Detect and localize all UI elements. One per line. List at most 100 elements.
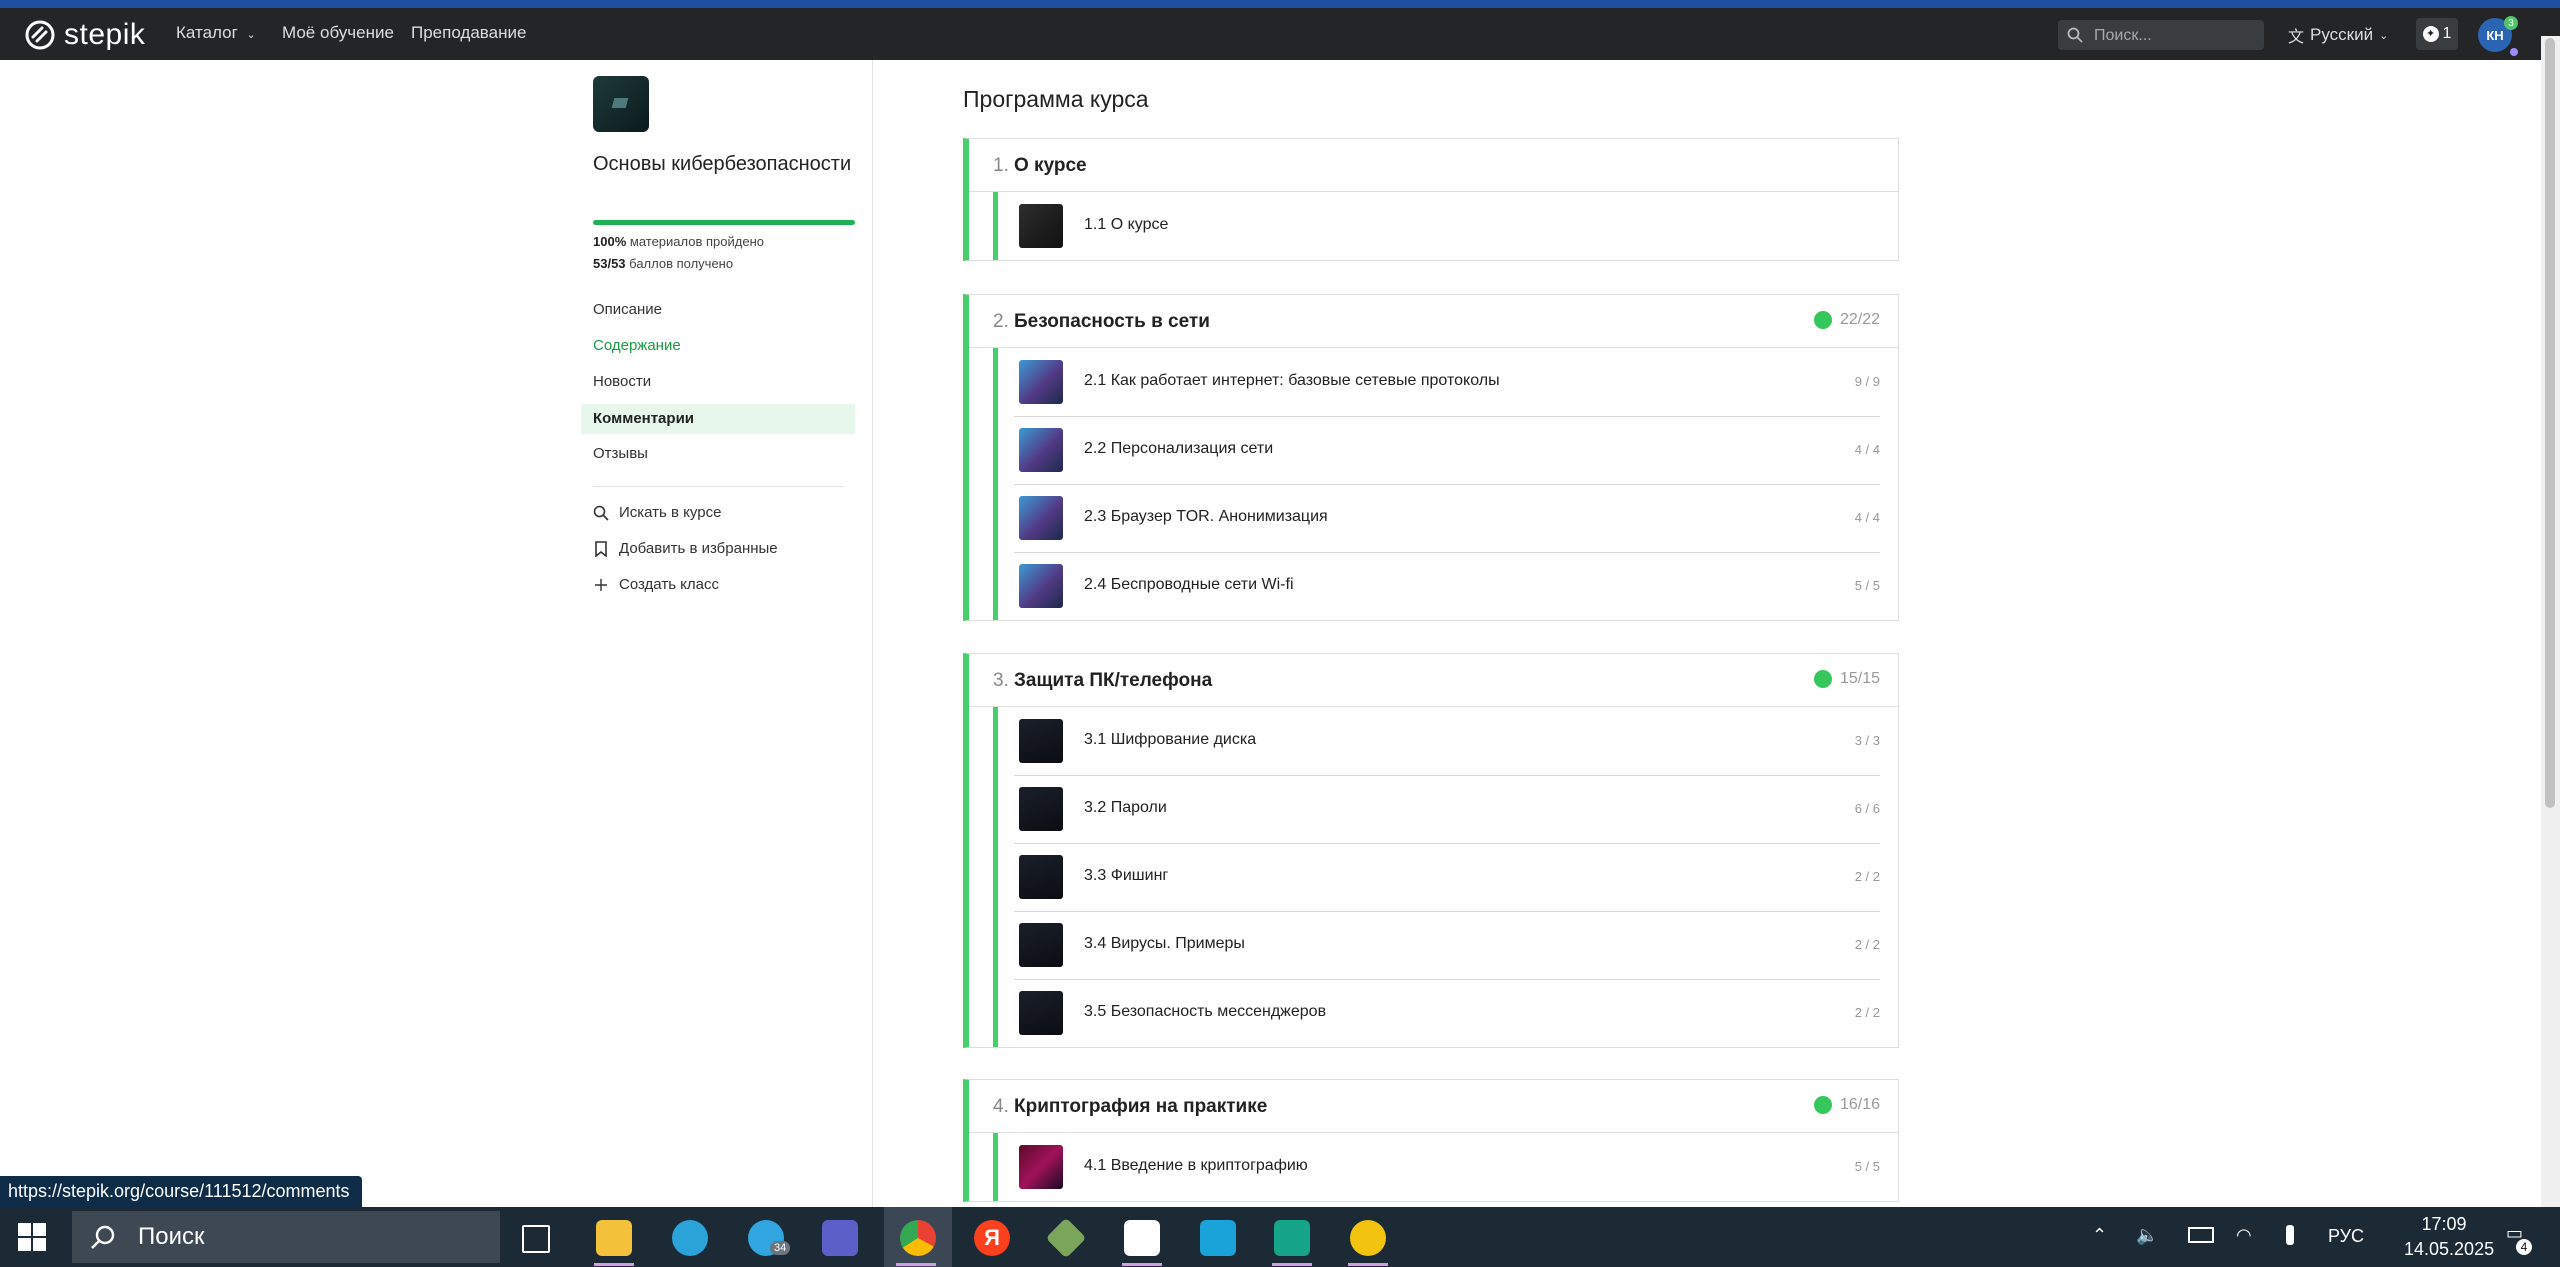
lesson-row[interactable]: 3.5 Безопасность мессенджеров 2 / 2: [993, 979, 1898, 1047]
nav-my-learning[interactable]: Моё обучение: [282, 23, 394, 43]
lesson-thumbnail[interactable]: [1019, 1145, 1063, 1189]
lesson-title[interactable]: 3.3 Фишинг: [1084, 867, 1168, 885]
lesson-thumbnail[interactable]: [1019, 428, 1063, 472]
module-title[interactable]: Криптография на практике: [1014, 1096, 1267, 1118]
search-in-course-button[interactable]: Искать в курсе: [593, 504, 721, 521]
scrollbar-thumb[interactable]: [2545, 38, 2555, 808]
sidebar-link-description[interactable]: Описание: [593, 301, 855, 318]
lesson-row[interactable]: 2.1 Как работает интернет: базовые сетев…: [993, 348, 1898, 416]
module-title[interactable]: Защита ПК/телефона: [1014, 670, 1212, 692]
course-title[interactable]: Основы кибербезопасности: [593, 152, 853, 176]
windows-taskbar: Поиск 34 Я ⌃ 🔈 ◠ РУС 17:09 14.05.2025 ▭ …: [0, 1207, 2560, 1267]
lesson-thumbnail[interactable]: [1019, 360, 1063, 404]
avatar-badge: 3: [2504, 16, 2518, 30]
add-favorite-label: Добавить в избранные: [619, 540, 778, 557]
lesson-row[interactable]: 4.1 Введение в криптографию 5 / 5: [993, 1133, 1898, 1201]
lesson-thumbnail[interactable]: [1019, 991, 1063, 1035]
taskbar-search[interactable]: Поиск: [72, 1211, 500, 1263]
sidebar-link-news[interactable]: Новости: [593, 373, 855, 390]
lesson-title[interactable]: 3.1 Шифрование диска: [1084, 731, 1256, 749]
language-label: Русский: [2310, 25, 2374, 44]
lesson-row[interactable]: 1.1 О курсе: [993, 192, 1898, 260]
fingerprint-app-icon[interactable]: [1200, 1220, 1236, 1256]
lesson-row[interactable]: 3.2 Пароли 6 / 6: [993, 775, 1898, 843]
page-scrollbar[interactable]: [2541, 36, 2560, 1207]
lesson-thumbnail[interactable]: [1019, 564, 1063, 608]
nav-teaching[interactable]: Преподавание: [411, 23, 526, 43]
volume-icon[interactable]: 🔈: [2136, 1225, 2158, 1246]
course-progress-bar: [593, 220, 855, 225]
sidebar-link-reviews[interactable]: Отзывы: [593, 445, 855, 462]
lesson-title[interactable]: 2.3 Браузер TOR. Анонимизация: [1084, 508, 1328, 526]
lesson-row[interactable]: 2.3 Браузер TOR. Анонимизация 4 / 4: [993, 484, 1898, 552]
lesson-row[interactable]: 2.4 Беспроводные сети Wi-fi 5 / 5: [993, 552, 1898, 620]
points-text: баллов получено: [629, 256, 734, 271]
lesson-row[interactable]: 3.1 Шифрование диска 3 / 3: [993, 707, 1898, 775]
lesson-thumbnail[interactable]: [1019, 923, 1063, 967]
messenger-active-indicator: [1122, 1263, 1162, 1266]
lesson-thumbnail[interactable]: [1019, 719, 1063, 763]
teams-icon[interactable]: [822, 1220, 858, 1256]
module-header: 2. Безопасность в сети 22/22: [969, 295, 1898, 348]
lesson-row[interactable]: 3.3 Фишинг 2 / 2: [993, 843, 1898, 911]
taskbar-clock[interactable]: 17:09 14.05.2025: [2404, 1214, 2494, 1260]
lesson-thumbnail[interactable]: [1019, 496, 1063, 540]
sidebar-divider: [593, 486, 843, 487]
microphone-icon[interactable]: [2286, 1225, 2294, 1245]
search-in-course-label: Искать в курсе: [619, 504, 722, 521]
messenger-app-icon[interactable]: [1124, 1220, 1160, 1256]
add-favorite-button[interactable]: Добавить в избранные: [593, 540, 778, 557]
taskbar-search-label: Поиск: [138, 1223, 205, 1250]
progress-text: материалов пройдено: [629, 234, 764, 249]
lesson-score: 3 / 3: [1854, 733, 1880, 748]
lesson-thumbnail[interactable]: [1019, 855, 1063, 899]
tool-app-icon[interactable]: [1350, 1220, 1386, 1256]
link-status-bar: https://stepik.org/course/111512/comment…: [0, 1176, 362, 1208]
language-select[interactable]: 文 Русский ⌄: [2288, 23, 2388, 47]
browser-top-strip: [0, 0, 2560, 8]
lesson-row[interactable]: 3.4 Вирусы. Примеры 2 / 2: [993, 911, 1898, 979]
create-class-label: Создать класс: [619, 576, 719, 593]
lesson-title[interactable]: 1.1 О курсе: [1084, 216, 1168, 234]
search-input[interactable]: [2092, 20, 2256, 52]
lesson-row[interactable]: 2.2 Персонализация сети 4 / 4: [993, 416, 1898, 484]
task-view-icon[interactable]: [522, 1225, 550, 1253]
lesson-title[interactable]: 2.2 Персонализация сети: [1084, 440, 1273, 458]
course-module: 4. Криптография на практике 16/16 4.1 Введе…: [963, 1079, 1899, 1202]
search-icon: [91, 1225, 115, 1249]
lesson-thumbnail[interactable]: [1019, 787, 1063, 831]
lesson-title[interactable]: 2.4 Беспроводные сети Wi-fi: [1084, 576, 1294, 594]
chevron-up-icon[interactable]: ⌃: [2092, 1225, 2107, 1246]
notifications-button[interactable]: ✦ 1: [2416, 18, 2458, 50]
yandex-browser-icon[interactable]: Я: [974, 1220, 1010, 1256]
lesson-thumbnail[interactable]: [1019, 204, 1063, 248]
lesson-title[interactable]: 3.2 Пароли: [1084, 799, 1167, 817]
chrome-icon[interactable]: [900, 1220, 936, 1256]
stepik-logo[interactable]: stepik: [24, 18, 145, 52]
bolt-icon: ✦: [2422, 26, 2439, 42]
edge-browser-icon[interactable]: [672, 1220, 708, 1256]
windows-start-icon[interactable]: [18, 1223, 46, 1251]
module-complete-icon: [1813, 311, 1832, 329]
course-cover-image[interactable]: [593, 76, 649, 132]
lesson-title[interactable]: 3.5 Безопасность мессенджеров: [1084, 1003, 1326, 1021]
package-app-icon[interactable]: [1274, 1220, 1310, 1256]
module-title[interactable]: О курсе: [1014, 155, 1087, 177]
search-box[interactable]: [2058, 20, 2264, 52]
sidebar-link-comments[interactable]: Комментарии: [581, 404, 855, 434]
lesson-divider: [1014, 979, 1880, 980]
file-explorer-icon[interactable]: [596, 1220, 632, 1256]
lesson-title[interactable]: 3.4 Вирусы. Примеры: [1084, 935, 1245, 953]
app-icon[interactable]: [1045, 1217, 1087, 1259]
input-language[interactable]: РУС: [2328, 1226, 2364, 1247]
lesson-score: 5 / 5: [1854, 578, 1880, 593]
lesson-title[interactable]: 2.1 Как работает интернет: базовые сетев…: [1084, 372, 1500, 390]
battery-icon[interactable]: [2188, 1227, 2214, 1243]
create-class-button[interactable]: Создать класс: [593, 576, 719, 593]
sidebar-link-contents[interactable]: Содержание: [593, 337, 855, 354]
lesson-title[interactable]: 4.1 Введение в криптографию: [1084, 1157, 1308, 1175]
module-title[interactable]: Безопасность в сети: [1014, 311, 1210, 333]
wifi-icon[interactable]: ◠: [2236, 1225, 2252, 1246]
nav-catalog[interactable]: Каталог ⌄: [176, 23, 256, 43]
lesson-divider: [1014, 843, 1880, 844]
